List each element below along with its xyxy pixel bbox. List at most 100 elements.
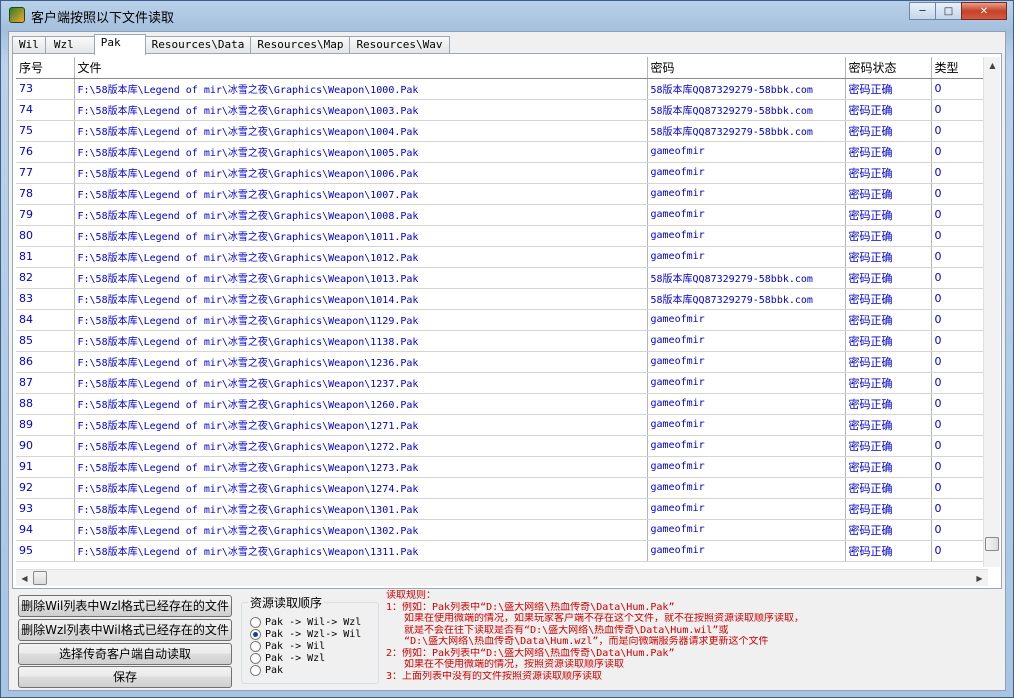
table-row[interactable]: 81 F:\58版本库\Legend of mir\冰雪之夜\Graphics\W… xyxy=(16,246,988,268)
cell-file[interactable]: F:\58版本库\Legend of mir\冰雪之夜\Graphics\Wea… xyxy=(74,393,648,415)
cell-index[interactable]: 84 xyxy=(16,309,75,331)
cell-index[interactable]: 75 xyxy=(16,120,75,142)
cell-type[interactable]: 0 xyxy=(931,99,988,121)
cell-password[interactable]: gameofmir xyxy=(647,372,846,394)
cell-password-status[interactable]: 密码正确 xyxy=(845,330,932,352)
cell-index[interactable]: 82 xyxy=(16,267,75,289)
file-list-grid[interactable]: 序号 文件 密码 密码状态 类型 73 F:\58版本库\Legend of mi… xyxy=(16,57,988,567)
radio-icon[interactable] xyxy=(250,664,261,676)
cell-file[interactable]: F:\58版本库\Legend of mir\冰雪之夜\Graphics\Wea… xyxy=(74,99,648,121)
tab-pak[interactable]: Pak xyxy=(93,34,146,55)
table-row[interactable]: 82 F:\58版本库\Legend of mir\冰雪之夜\Graphics\W… xyxy=(16,267,988,289)
cell-password[interactable]: gameofmir xyxy=(647,246,846,268)
cell-file[interactable]: F:\58版本库\Legend of mir\冰雪之夜\Graphics\Wea… xyxy=(74,141,648,163)
table-row[interactable]: 92 F:\58版本库\Legend of mir\冰雪之夜\Graphics\W… xyxy=(16,477,988,499)
cell-file[interactable]: F:\58版本库\Legend of mir\冰雪之夜\Graphics\Wea… xyxy=(74,309,648,331)
cell-file[interactable]: F:\58版本库\Legend of mir\冰雪之夜\Graphics\Wea… xyxy=(74,351,648,373)
cell-password-status[interactable]: 密码正确 xyxy=(845,183,932,205)
table-row[interactable]: 75 F:\58版本库\Legend of mir\冰雪之夜\Graphics\W… xyxy=(16,120,988,142)
horizontal-scrollbar[interactable]: ◀ ▶ xyxy=(16,569,988,586)
cell-password-status[interactable]: 密码正确 xyxy=(845,267,932,289)
cell-index[interactable]: 78 xyxy=(16,183,75,205)
table-row[interactable]: 95 F:\58版本库\Legend of mir\冰雪之夜\Graphics\W… xyxy=(16,540,988,562)
table-row[interactable]: 91 F:\58版本库\Legend of mir\冰雪之夜\Graphics\W… xyxy=(16,456,988,478)
cell-password-status[interactable]: 密码正确 xyxy=(845,78,932,100)
cell-index[interactable]: 87 xyxy=(16,372,75,394)
cell-password-status[interactable]: 密码正确 xyxy=(845,99,932,121)
scroll-left-icon[interactable]: ◀ xyxy=(16,570,33,587)
cell-type[interactable]: 0 xyxy=(931,183,988,205)
cell-password[interactable]: gameofmir xyxy=(647,183,846,205)
cell-password[interactable]: gameofmir xyxy=(647,393,846,415)
cell-password-status[interactable]: 密码正确 xyxy=(845,162,932,184)
cell-index[interactable]: 79 xyxy=(16,204,75,226)
cell-type[interactable]: 0 xyxy=(931,498,988,520)
horizontal-scroll-thumb[interactable] xyxy=(33,571,47,585)
table-row[interactable]: 93 F:\58版本库\Legend of mir\冰雪之夜\Graphics\W… xyxy=(16,498,988,520)
column-header-type[interactable]: 类型 xyxy=(931,57,988,79)
tab-resources-wav[interactable]: Resources\Wav xyxy=(349,36,450,54)
scroll-up-icon[interactable]: ▲ xyxy=(984,57,1001,74)
cell-file[interactable]: F:\58版本库\Legend of mir\冰雪之夜\Graphics\Wea… xyxy=(74,372,648,394)
cell-password[interactable]: 58版本库QQ87329279-58bbk.com xyxy=(647,78,846,100)
table-row[interactable]: 89 F:\58版本库\Legend of mir\冰雪之夜\Graphics\W… xyxy=(16,414,988,436)
table-row[interactable]: 77 F:\58版本库\Legend of mir\冰雪之夜\Graphics\W… xyxy=(16,162,988,184)
cell-file[interactable]: F:\58版本库\Legend of mir\冰雪之夜\Graphics\Wea… xyxy=(74,288,648,310)
cell-file[interactable]: F:\58版本库\Legend of mir\冰雪之夜\Graphics\Wea… xyxy=(74,498,648,520)
cell-password-status[interactable]: 密码正确 xyxy=(845,372,932,394)
cell-type[interactable]: 0 xyxy=(931,477,988,499)
cell-index[interactable]: 95 xyxy=(16,540,75,562)
radio-icon[interactable] xyxy=(250,652,261,664)
save-button[interactable]: 保存 xyxy=(18,666,232,688)
cell-password[interactable]: gameofmir xyxy=(647,456,846,478)
table-row[interactable]: 76 F:\58版本库\Legend of mir\冰雪之夜\Graphics\W… xyxy=(16,141,988,163)
cell-password[interactable]: 58版本库QQ87329279-58bbk.com xyxy=(647,120,846,142)
minimize-icon[interactable]: ─ xyxy=(909,2,936,20)
radio-selected-icon[interactable] xyxy=(250,628,261,640)
cell-type[interactable]: 0 xyxy=(931,393,988,415)
cell-password[interactable]: gameofmir xyxy=(647,519,846,541)
cell-index[interactable]: 76 xyxy=(16,141,75,163)
order-option-2[interactable]: Pak -> Wzl-> Wil xyxy=(250,628,361,640)
table-row[interactable]: 88 F:\58版本库\Legend of mir\冰雪之夜\Graphics\W… xyxy=(16,393,988,415)
cell-type[interactable]: 0 xyxy=(931,540,988,562)
cell-type[interactable]: 0 xyxy=(931,435,988,457)
cell-file[interactable]: F:\58版本库\Legend of mir\冰雪之夜\Graphics\Wea… xyxy=(74,267,648,289)
cell-file[interactable]: F:\58版本库\Legend of mir\冰雪之夜\Graphics\Wea… xyxy=(74,414,648,436)
cell-password[interactable]: gameofmir xyxy=(647,498,846,520)
cell-password-status[interactable]: 密码正确 xyxy=(845,414,932,436)
cell-file[interactable]: F:\58版本库\Legend of mir\冰雪之夜\Graphics\Wea… xyxy=(74,120,648,142)
cell-file[interactable]: F:\58版本库\Legend of mir\冰雪之夜\Graphics\Wea… xyxy=(74,330,648,352)
title-bar[interactable]: 客户端按照以下文件读取 ─ □ ✕ xyxy=(1,1,1013,29)
cell-password[interactable]: gameofmir xyxy=(647,351,846,373)
cell-password-status[interactable]: 密码正确 xyxy=(845,120,932,142)
cell-type[interactable]: 0 xyxy=(931,288,988,310)
vertical-scroll-thumb[interactable] xyxy=(985,537,999,551)
table-row[interactable]: 90 F:\58版本库\Legend of mir\冰雪之夜\Graphics\W… xyxy=(16,435,988,457)
cell-type[interactable]: 0 xyxy=(931,204,988,226)
table-row[interactable]: 84 F:\58版本库\Legend of mir\冰雪之夜\Graphics\W… xyxy=(16,309,988,331)
cell-password[interactable]: gameofmir xyxy=(647,435,846,457)
cell-file[interactable]: F:\58版本库\Legend of mir\冰雪之夜\Graphics\Wea… xyxy=(74,519,648,541)
cell-index[interactable]: 85 xyxy=(16,330,75,352)
column-header-password[interactable]: 密码 xyxy=(647,57,846,79)
order-option-5[interactable]: Pak xyxy=(250,664,283,676)
cell-file[interactable]: F:\58版本库\Legend of mir\冰雪之夜\Graphics\Wea… xyxy=(74,246,648,268)
order-option-1[interactable]: Pak -> Wil-> Wzl xyxy=(250,616,361,628)
order-option-3[interactable]: Pak -> Wil xyxy=(250,640,325,652)
cell-file[interactable]: F:\58版本库\Legend of mir\冰雪之夜\Graphics\Wea… xyxy=(74,435,648,457)
table-row[interactable]: 73 F:\58版本库\Legend of mir\冰雪之夜\Graphics\W… xyxy=(16,78,988,100)
cell-password-status[interactable]: 密码正确 xyxy=(845,288,932,310)
cell-password-status[interactable]: 密码正确 xyxy=(845,519,932,541)
order-option-4[interactable]: Pak -> Wzl xyxy=(250,652,325,664)
cell-index[interactable]: 81 xyxy=(16,246,75,268)
table-row[interactable]: 85 F:\58版本库\Legend of mir\冰雪之夜\Graphics\W… xyxy=(16,330,988,352)
cell-password-status[interactable]: 密码正确 xyxy=(845,393,932,415)
cell-password[interactable]: gameofmir xyxy=(647,309,846,331)
delete-wzl-duplicates-button[interactable]: 删除Wzl列表中Wil格式已经存在的文件 xyxy=(18,619,232,641)
cell-password[interactable]: gameofmir xyxy=(647,141,846,163)
column-header-file[interactable]: 文件 xyxy=(74,57,648,79)
table-row[interactable]: 74 F:\58版本库\Legend of mir\冰雪之夜\Graphics\W… xyxy=(16,99,988,121)
cell-password[interactable]: gameofmir xyxy=(647,414,846,436)
maximize-icon[interactable]: □ xyxy=(935,2,962,20)
